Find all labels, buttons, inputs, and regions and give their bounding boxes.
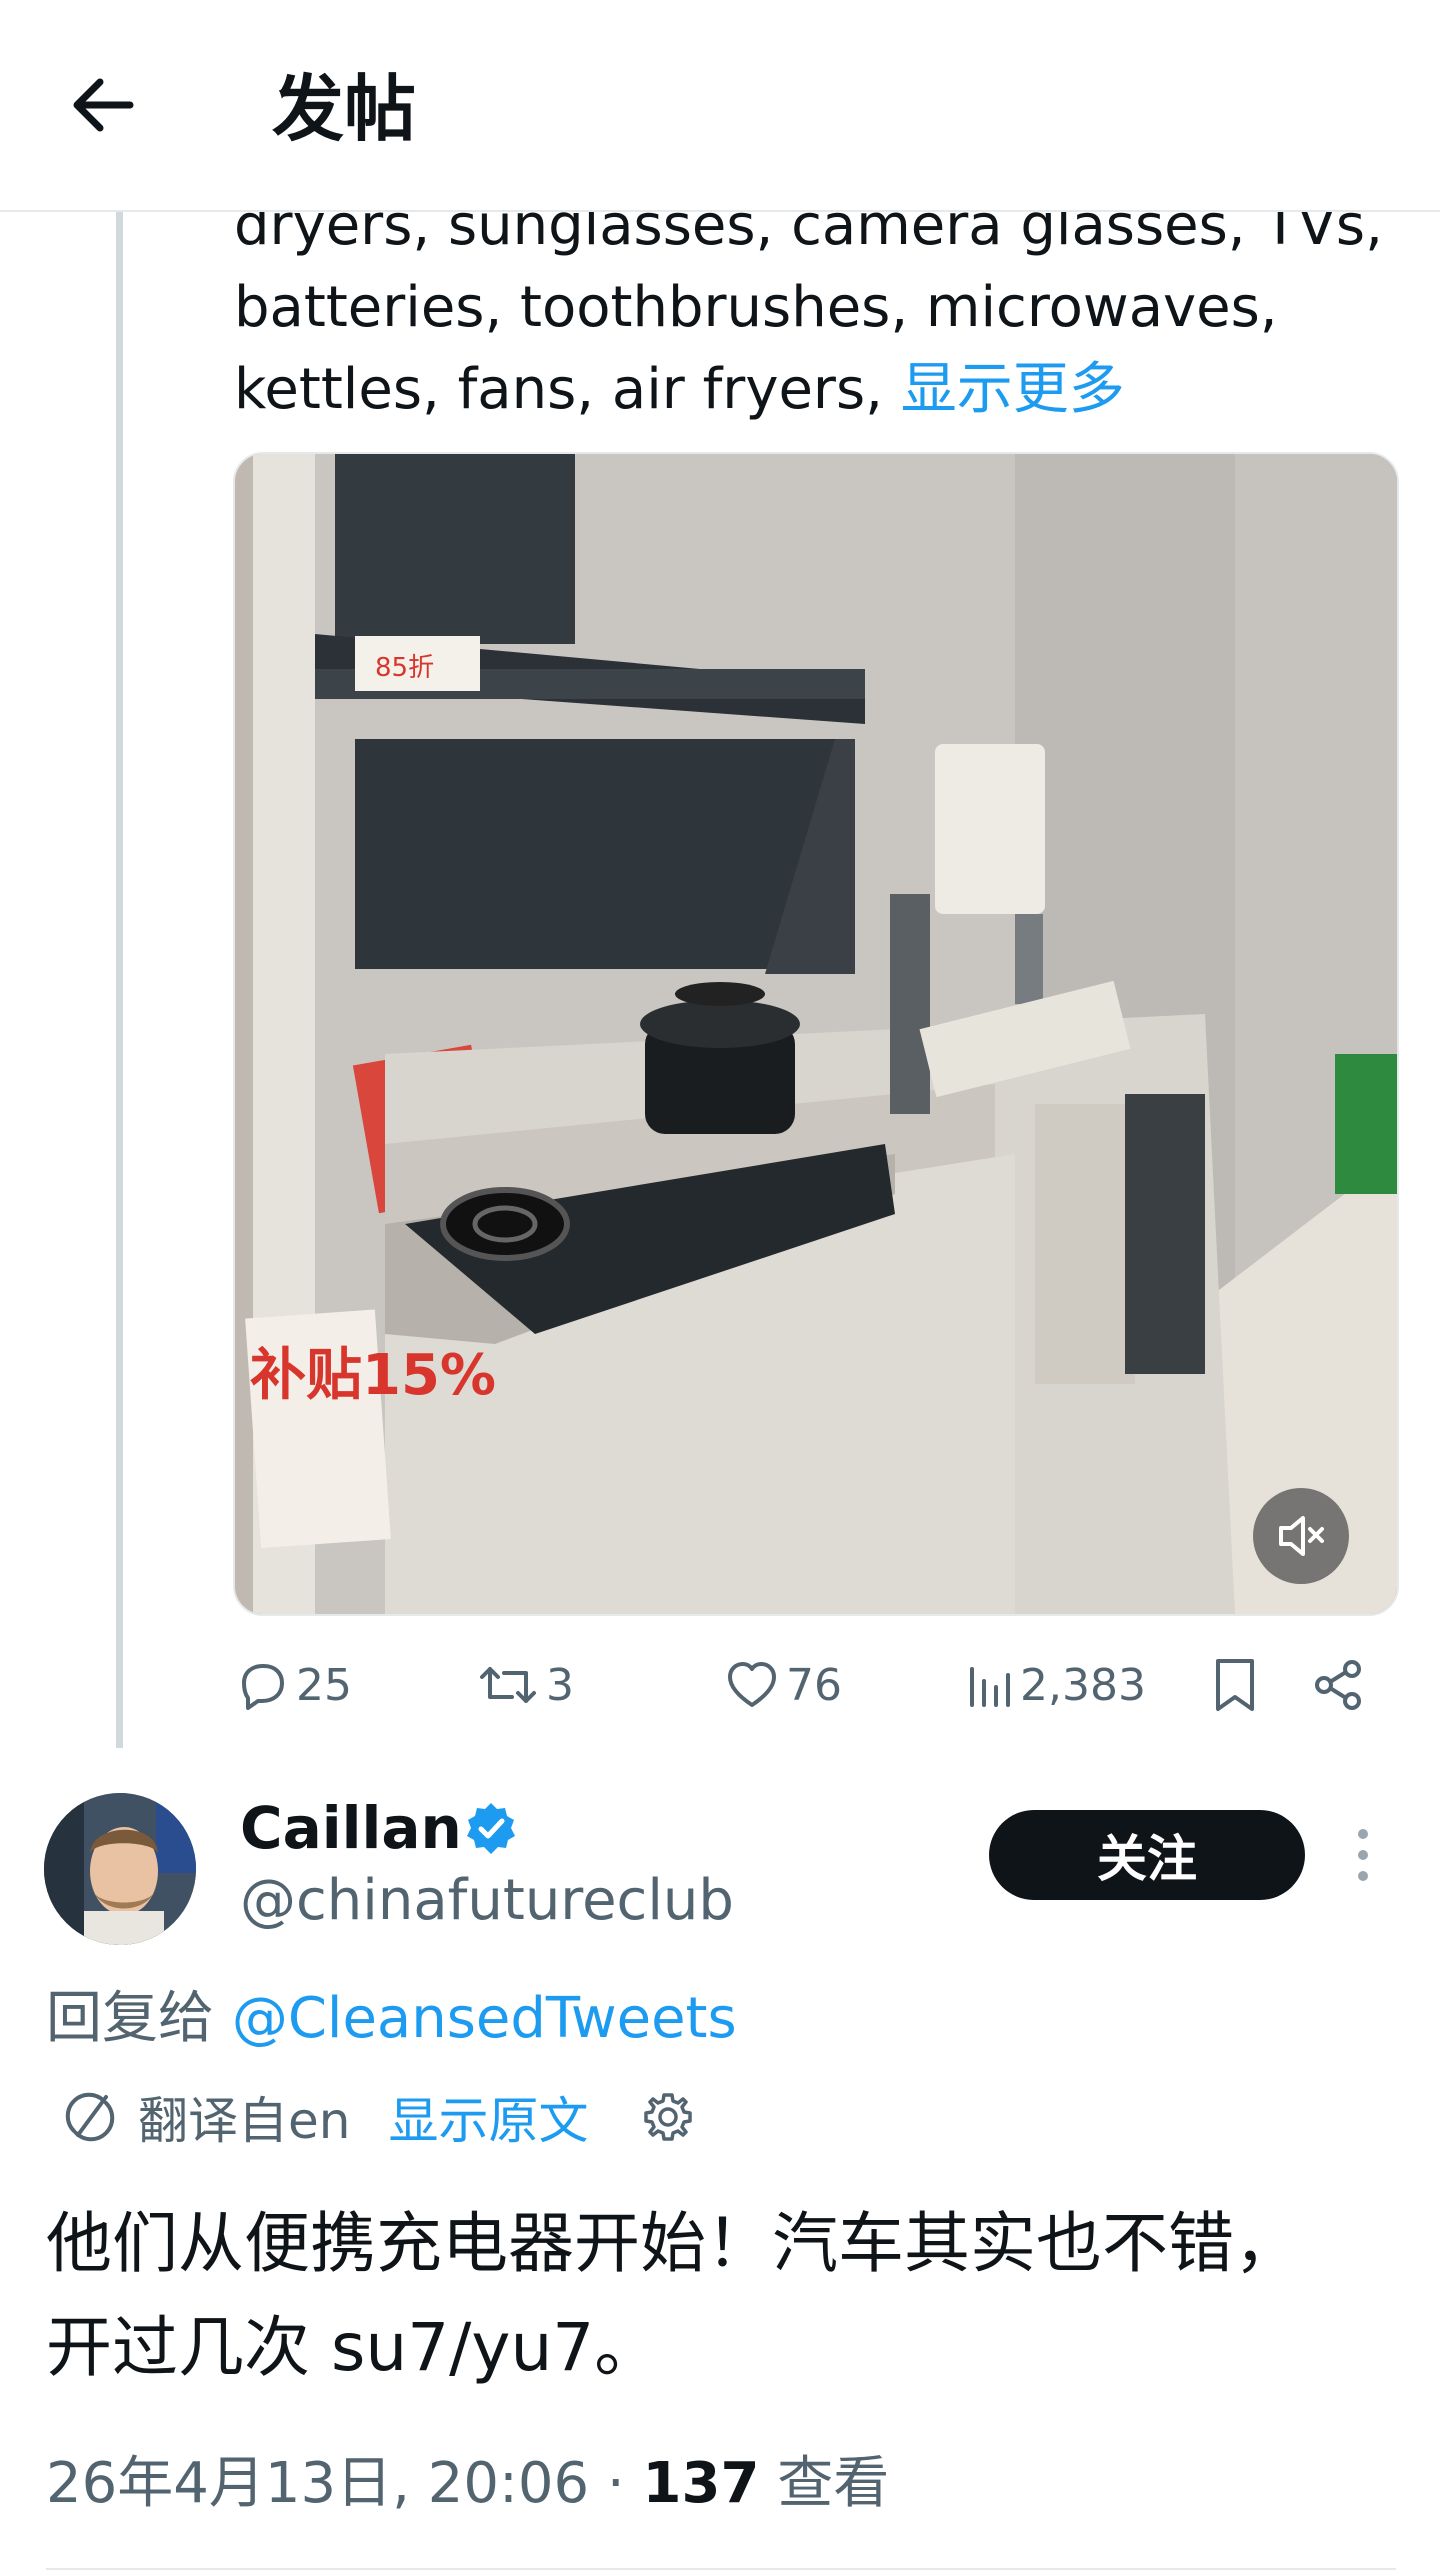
repost-icon — [480, 1667, 536, 1703]
reply-icon — [242, 1664, 284, 1710]
views-icon — [970, 1667, 1010, 1707]
reply-text-line: 开过几次 su7/yu7。 — [46, 2309, 661, 2386]
repost-count: 3 — [546, 1659, 574, 1711]
follow-button[interactable]: 关注 — [989, 1810, 1305, 1900]
like-count: 76 — [786, 1659, 842, 1711]
more-options-button[interactable] — [1340, 1820, 1386, 1890]
post-text-line: kettles, fans, air fryers, 显示更多 — [234, 349, 1384, 431]
translated-from-label: 翻译自en — [138, 2092, 351, 2150]
verified-icon — [467, 1803, 515, 1854]
like-button[interactable]: 76 — [724, 1640, 842, 1730]
page-title: 发帖 — [272, 67, 417, 151]
back-arrow-icon — [73, 78, 134, 132]
gear-icon[interactable] — [640, 2089, 696, 2145]
reply-text-line: 他们从便携充电器开始！汽车其实也不错， — [46, 2205, 1300, 2282]
post-text-line-3: kettles, fans, air fryers, — [234, 357, 901, 422]
show-more-link[interactable]: 显示更多 — [901, 357, 1125, 422]
reply-count: 25 — [296, 1659, 352, 1711]
post-text-line: batteries, toothbrushes, microwaves, — [234, 275, 1278, 340]
reply-to-prefix: 回复给 — [46, 1986, 232, 2051]
avatar-photo — [44, 1793, 196, 1945]
subsidy-sticker-text: 补贴15% — [250, 1343, 496, 1408]
views-count: 2,383 — [1020, 1659, 1146, 1711]
mute-icon — [1279, 1516, 1324, 1556]
translate-icon — [65, 2092, 115, 2142]
views-button[interactable]: 2,383 — [964, 1640, 1146, 1730]
timestamp[interactable]: 26年4月13日, 20:06 · — [46, 2451, 643, 2516]
video-frame-kitchen: 85折 补贴15% — [235, 454, 1397, 1614]
avatar[interactable] — [44, 1793, 196, 1945]
post-action-bar: 25 3 76 2,383 — [234, 1640, 1394, 1730]
translation-row: 翻译自en 显示原文 — [60, 2082, 696, 2152]
reply-to-line: 回复给 @CleansedTweets — [46, 1984, 737, 2054]
reply-text: 他们从便携充电器开始！汽车其实也不错， 开过几次 su7/yu7。 — [46, 2192, 1406, 2400]
author-handle[interactable]: @chinafutureclub — [240, 1866, 734, 1936]
share-button[interactable] — [1310, 1640, 1366, 1730]
reply-views-label: 查看 — [759, 2451, 890, 2516]
reply-button[interactable]: 25 — [234, 1640, 352, 1730]
back-button[interactable] — [60, 60, 150, 150]
mute-button[interactable] — [1253, 1488, 1349, 1584]
post-video[interactable]: 85折 补贴15% — [233, 452, 1399, 1616]
bookmark-icon — [1216, 1659, 1254, 1711]
author-name[interactable]: Caillan — [240, 1792, 462, 1864]
thread-connector-line — [116, 200, 123, 1748]
more-icon — [1358, 1829, 1368, 1881]
post-meta: 26年4月13日, 20:06 · 137 查看 — [46, 2444, 889, 2524]
divider — [46, 2568, 1396, 2570]
share-icon — [1315, 1660, 1361, 1710]
reply-to-handle-link[interactable]: @CleansedTweets — [232, 1986, 737, 2051]
bookmark-button[interactable] — [1208, 1640, 1262, 1730]
top-bar: 发帖 — [0, 0, 1440, 212]
price-tag-text: 85折 — [375, 653, 434, 683]
repost-button[interactable]: 3 — [476, 1640, 574, 1730]
reply-views-count: 137 — [642, 2451, 760, 2516]
post-text: dryers, sunglasses, camera glasses, TVs,… — [234, 185, 1384, 431]
show-original-link[interactable]: 显示原文 — [388, 2081, 588, 2153]
like-icon — [728, 1662, 776, 1707]
